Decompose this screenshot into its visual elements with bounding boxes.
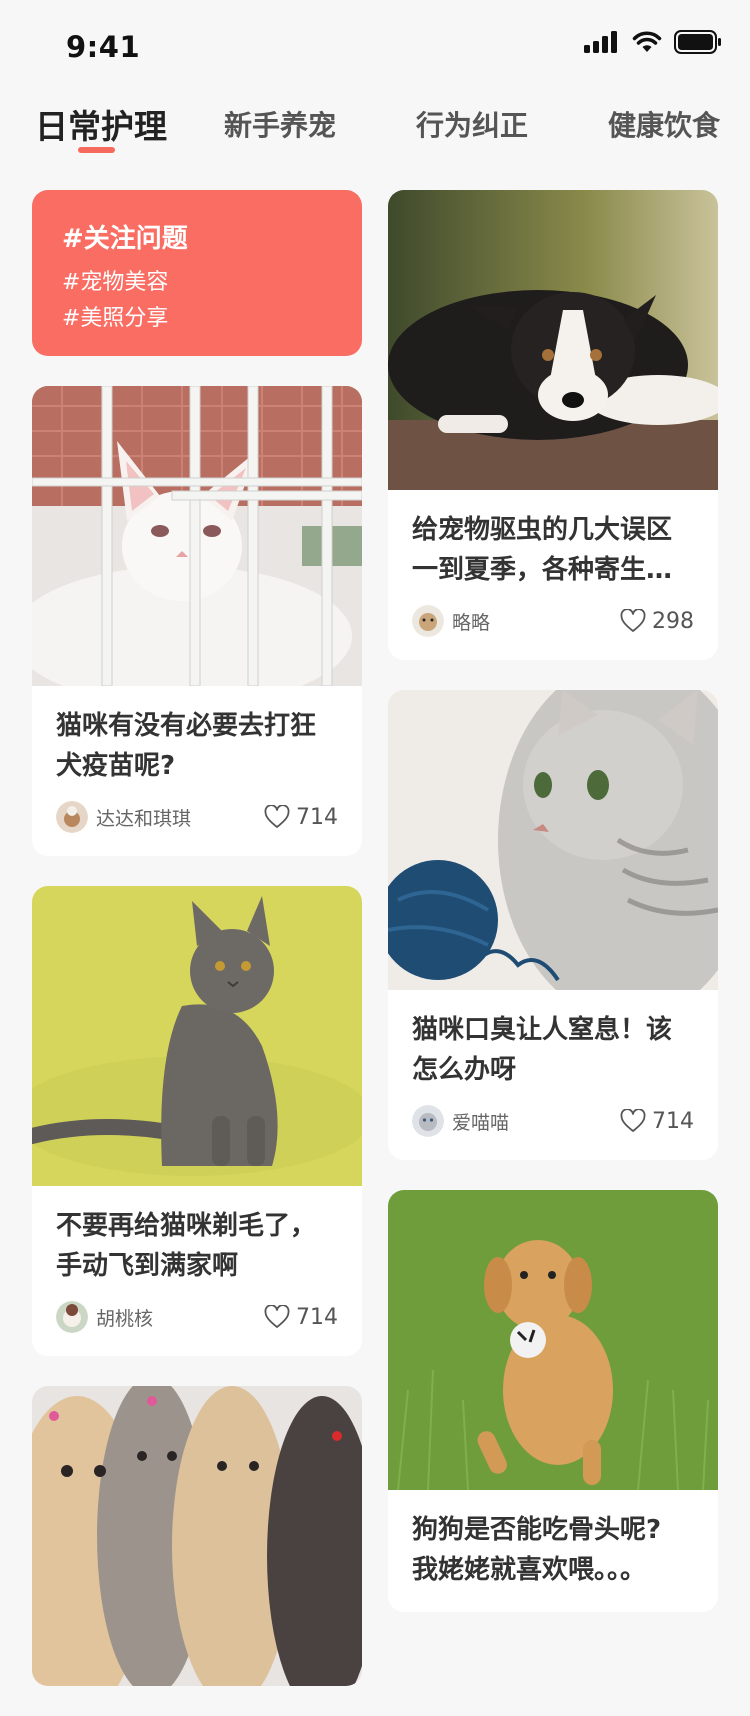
heart-icon <box>264 805 290 828</box>
avatar[interactable] <box>412 605 444 637</box>
status-icons <box>584 30 722 54</box>
avatar[interactable] <box>56 801 88 833</box>
tab-healthy-diet[interactable]: 健康饮食 <box>608 104 720 144</box>
like-count: 714 <box>652 1108 694 1134</box>
post-card[interactable]: 不要再给猫咪剃毛了，手动飞到满家啊 胡桃核 714 <box>32 886 362 1356</box>
status-bar: 9:41 <box>0 0 750 96</box>
author-name[interactable]: 胡桃核 <box>96 1304 264 1331</box>
post-meta: 达达和琪琪 714 <box>56 800 338 834</box>
post-title[interactable]: 给宠物驱虫的几大误区一到夏季，各种寄生虫都出来了 <box>412 510 694 590</box>
post-image[interactable] <box>32 886 362 1186</box>
like-button[interactable]: 714 <box>620 1109 694 1134</box>
tab-behavior[interactable]: 行为纠正 <box>416 104 528 144</box>
heart-icon <box>620 1109 646 1132</box>
category-tabs: 日常护理 新手养宠 行为纠正 健康饮食 <box>0 96 750 166</box>
signal-icon <box>584 31 617 53</box>
tab-new-owner[interactable]: 新手养宠 <box>224 104 336 144</box>
post-image[interactable] <box>388 190 718 490</box>
post-image[interactable] <box>388 1190 718 1490</box>
post-card[interactable]: 猫咪有没有必要去打狂犬疫苗呢? 达达和琪琪 714 <box>32 386 362 856</box>
feed-column-left: #关注问题 #宠物美容 #美照分享 猫咪有没有必要去打狂犬疫苗呢? 达达和琪琪 … <box>32 190 362 1716</box>
post-title[interactable]: 狗狗是否能吃骨头呢? 我姥姥就喜欢喂。。。 <box>412 1510 694 1590</box>
feed-column-right: 给宠物驱虫的几大误区一到夏季，各种寄生虫都出来了 略略 298 <box>388 190 718 1642</box>
topic-tag[interactable]: #宠物美容 <box>62 264 168 296</box>
post-image[interactable] <box>388 690 718 990</box>
author-name[interactable]: 略略 <box>452 608 620 635</box>
post-image[interactable] <box>32 386 362 686</box>
post-title[interactable]: 不要再给猫咪剃毛了，手动飞到满家啊 <box>56 1206 338 1286</box>
topic-tag[interactable]: #美照分享 <box>62 300 168 332</box>
wifi-icon <box>632 31 662 52</box>
heart-icon <box>620 609 646 632</box>
post-card[interactable]: 给宠物驱虫的几大误区一到夏季，各种寄生虫都出来了 略略 298 <box>388 190 718 660</box>
like-count: 714 <box>296 804 338 830</box>
post-title[interactable]: 猫咪有没有必要去打狂犬疫苗呢? <box>56 706 338 786</box>
post-meta: 胡桃核 714 <box>56 1300 338 1334</box>
like-count: 298 <box>652 608 694 634</box>
status-time: 9:41 <box>66 30 141 64</box>
like-count: 714 <box>296 1304 338 1330</box>
post-card[interactable] <box>32 1386 362 1686</box>
heart-icon <box>264 1305 290 1328</box>
post-meta: 略略 298 <box>412 604 694 638</box>
like-button[interactable]: 298 <box>620 609 694 634</box>
post-title[interactable]: 猫咪口臭让人窒息！该怎么办呀 <box>412 1010 694 1090</box>
topic-tag[interactable]: #关注问题 <box>62 218 188 255</box>
like-button[interactable]: 714 <box>264 805 338 830</box>
post-card[interactable]: 猫咪口臭让人窒息！该怎么办呀 爱喵喵 714 <box>388 690 718 1160</box>
avatar[interactable] <box>412 1105 444 1137</box>
active-tab-indicator <box>78 147 115 153</box>
post-card[interactable]: 狗狗是否能吃骨头呢? 我姥姥就喜欢喂。。。 <box>388 1190 718 1612</box>
like-button[interactable]: 714 <box>264 1305 338 1330</box>
avatar[interactable] <box>56 1301 88 1333</box>
tab-daily-care[interactable]: 日常护理 <box>35 100 167 148</box>
battery-icon <box>674 30 721 54</box>
author-name[interactable]: 爱喵喵 <box>452 1108 620 1135</box>
topic-card[interactable]: #关注问题 #宠物美容 #美照分享 <box>32 190 362 356</box>
author-name[interactable]: 达达和琪琪 <box>96 804 264 831</box>
post-image[interactable] <box>32 1386 362 1686</box>
post-meta: 爱喵喵 714 <box>412 1104 694 1138</box>
